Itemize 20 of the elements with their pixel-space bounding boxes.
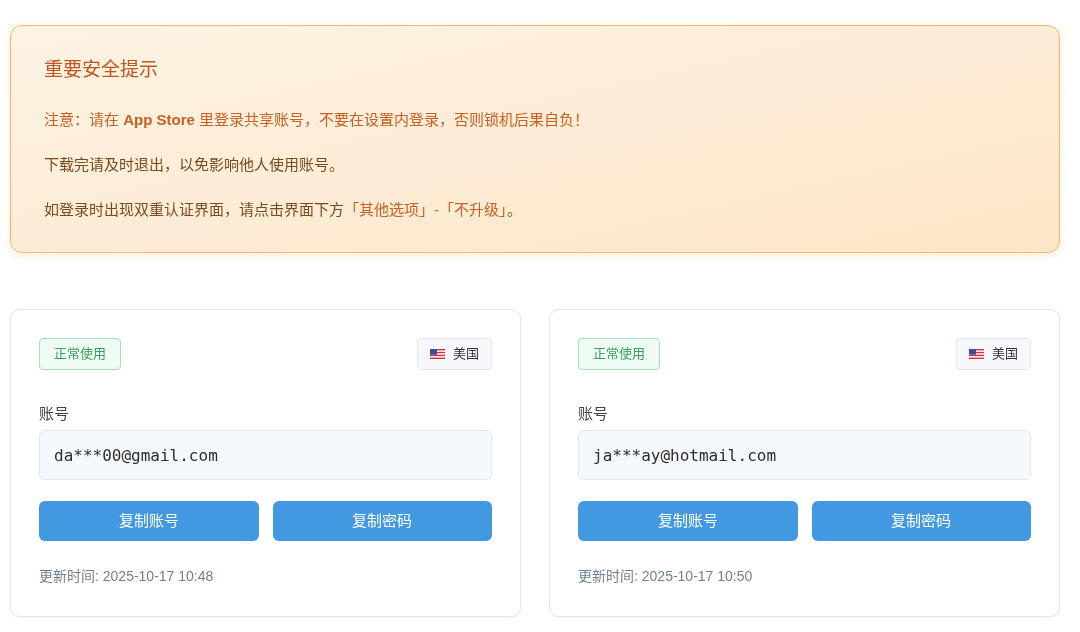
country-badge: 美国 — [417, 338, 492, 370]
account-field[interactable]: da***00@gmail.com — [39, 430, 492, 480]
status-badge: 正常使用 — [39, 338, 121, 370]
copy-button[interactable]: 复制密码 — [272, 501, 492, 541]
notice-text: 下载完请及时退出，以免影响他人使用账号。 — [44, 155, 344, 175]
us-flag-icon — [430, 349, 445, 359]
us-flag-icon — [969, 349, 984, 359]
copy-button[interactable]: 复制账号 — [39, 501, 259, 541]
account-field[interactable]: ja***ay@hotmail.com — [578, 430, 1031, 480]
notice-text: 注意：请在 App Store 里登录共享账号，不要在设置内登录，否则锁机后果自负！ — [44, 110, 589, 130]
country-badge: 美国 — [956, 338, 1031, 370]
status-badge: 正常使用 — [578, 338, 660, 370]
copy-button[interactable]: 复制密码 — [811, 501, 1031, 541]
field-label: 账号 — [578, 404, 608, 424]
notice-text: 如登录时出现双重认证界面，请点击界面下方「其他选项」-「不升级」。 — [44, 200, 522, 220]
update-time: 更新时间: 2025-10-17 10:50 — [578, 567, 753, 586]
notice-title: 重要安全提示 — [44, 58, 158, 82]
copy-button[interactable]: 复制账号 — [578, 501, 798, 541]
field-label: 账号 — [39, 404, 69, 424]
update-time: 更新时间: 2025-10-17 10:48 — [39, 567, 214, 586]
